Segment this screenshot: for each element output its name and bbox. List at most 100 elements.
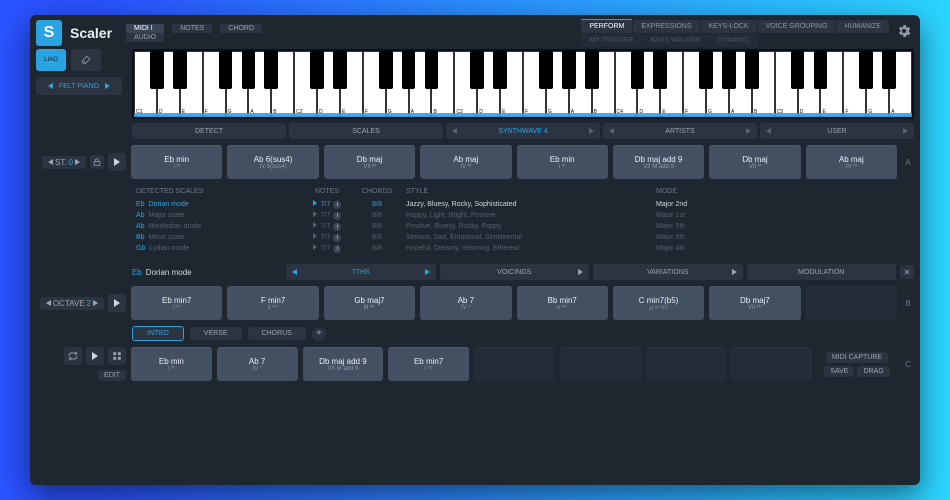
info-icon[interactable]: i — [333, 223, 341, 231]
variations-button[interactable]: VARIATIONS — [593, 264, 743, 280]
sevenths-button[interactable]: 7THS — [286, 264, 436, 280]
info-icon[interactable]: i — [333, 234, 341, 242]
songs-button[interactable]: SYNTHWAVE 4 — [446, 123, 600, 139]
voicings-button[interactable]: VOICINGS — [440, 264, 590, 280]
chord-pad[interactable]: Db maj7VII ᴹ⁷ — [709, 286, 800, 320]
black-key[interactable] — [562, 51, 576, 89]
chord-pad[interactable]: C min7(b5)vi ᵐ⁷⁽ᵇ⁵⁾ — [613, 286, 704, 320]
st-stepper[interactable]: ST. 0 — [42, 156, 86, 169]
perform-sub-b[interactable]: BASS WALKER — [642, 34, 708, 47]
info-icon[interactable]: i — [333, 201, 341, 209]
black-key[interactable] — [402, 51, 416, 89]
black-key[interactable] — [264, 51, 278, 89]
chord-tab[interactable]: CHORD — [220, 24, 262, 33]
chevron-right-icon[interactable] — [105, 83, 111, 89]
chord-pad[interactable]: Db majVII ᴹ — [324, 145, 415, 179]
detect-button[interactable]: DETECT — [132, 123, 286, 139]
perform-sub-c[interactable]: DYNAMIC — [709, 34, 757, 47]
chord-pad[interactable]: Db maj add 9VII M add 9 — [613, 145, 704, 179]
chord-pad[interactable]: Eb mini ᵐ — [517, 145, 608, 179]
black-key[interactable] — [791, 51, 805, 89]
chord-pad[interactable]: Eb min7i ᵐ⁷ — [388, 347, 469, 381]
play-icon[interactable] — [313, 222, 317, 228]
chevron-right-icon[interactable] — [578, 269, 584, 275]
keyslock-button[interactable]: KEYS-LOCK — [701, 20, 757, 33]
audio-tab[interactable]: AUDIO — [126, 33, 164, 42]
scale-row[interactable]: AbMajor scale7/7i8/8Happy, Light, Bright… — [132, 210, 914, 221]
black-key[interactable] — [745, 51, 759, 89]
play-icon[interactable] — [313, 233, 317, 239]
midi-tab[interactable]: MIDI I — [126, 24, 164, 33]
perform-button[interactable]: PERFORM — [581, 19, 632, 33]
black-key[interactable] — [219, 51, 233, 89]
chevron-left-icon[interactable] — [291, 269, 297, 275]
liao-button[interactable]: LIAO — [36, 49, 66, 71]
chevron-left-icon[interactable] — [608, 128, 614, 134]
chevron-left-icon[interactable] — [47, 159, 53, 165]
edit-button[interactable]: EDIT — [98, 370, 126, 381]
black-key[interactable] — [653, 51, 667, 89]
chord-pad[interactable]: Eb mini ᵐ — [131, 347, 212, 381]
lock-icon[interactable] — [90, 155, 104, 169]
empty-chord-pad[interactable] — [474, 347, 555, 381]
black-key[interactable] — [882, 51, 896, 89]
black-key[interactable] — [859, 51, 873, 89]
user-button[interactable]: USER — [760, 123, 914, 139]
voicegrouping-button[interactable]: VOICE GROUPING — [758, 20, 836, 33]
chevron-right-icon[interactable] — [75, 159, 81, 165]
chevron-right-icon[interactable] — [93, 300, 99, 306]
black-key[interactable] — [470, 51, 484, 89]
play-button-c[interactable] — [86, 347, 104, 365]
black-key[interactable] — [173, 51, 187, 89]
perform-sub-a[interactable]: MY TRIGGER — [581, 34, 641, 47]
black-key[interactable] — [310, 51, 324, 89]
chord-pad[interactable]: Ab majIV ᴹ — [806, 145, 897, 179]
black-key[interactable] — [585, 51, 599, 89]
piano-keyboard[interactable]: C1DEFGABC2DEFGABC3DEFGABC4DEFGABC5DEFGA — [132, 49, 914, 119]
grid-icon[interactable] — [108, 347, 126, 365]
chevron-right-icon[interactable] — [746, 128, 752, 134]
modulation-button[interactable]: MODULATION — [747, 264, 897, 280]
black-key[interactable] — [242, 51, 256, 89]
black-key[interactable] — [379, 51, 393, 89]
black-key[interactable] — [631, 51, 645, 89]
chevron-left-icon[interactable] — [47, 83, 53, 89]
black-key[interactable] — [814, 51, 828, 89]
scales-button[interactable]: SCALES — [289, 123, 443, 139]
chevron-right-icon[interactable] — [903, 128, 909, 134]
empty-chord-pad[interactable] — [560, 347, 641, 381]
play-button-a[interactable] — [108, 153, 126, 171]
chord-pad[interactable]: Ab 6(sus4)IV 6(sus4) — [227, 145, 318, 179]
expressions-button[interactable]: EXPRESSIONS — [633, 20, 699, 33]
chord-pad[interactable]: Db majVII ᴹ — [709, 145, 800, 179]
intro-section[interactable]: INTRO — [132, 326, 184, 341]
chord-pad[interactable]: Ab 7IV ⁷ — [420, 286, 511, 320]
drag-button[interactable]: DRAG — [857, 366, 889, 377]
black-key[interactable] — [699, 51, 713, 89]
add-section-icon[interactable]: + — [312, 327, 326, 341]
instrument-selector[interactable]: FELT PIANO — [36, 77, 122, 95]
octave-stepper[interactable]: OCTAVE 2 — [40, 297, 104, 310]
chevron-left-icon[interactable] — [45, 300, 51, 306]
chorus-section[interactable]: CHORUS — [248, 327, 306, 340]
guitar-icon[interactable] — [71, 49, 101, 71]
chord-pad[interactable]: Ab 7IV ⁷ — [217, 347, 298, 381]
scale-row[interactable]: GbLydian mode7/7i8/8Hopeful, Dreamy, Yea… — [132, 243, 914, 254]
chord-pad[interactable]: Ab majIV ᴹ — [420, 145, 511, 179]
empty-chord-pad[interactable] — [731, 347, 812, 381]
scale-row[interactable]: EbDorian mode7/7i8/8Jazzy, Bluesy, Rocky… — [132, 199, 914, 210]
verse-section[interactable]: VERSE — [190, 327, 242, 340]
notes-tab[interactable]: NOTES — [172, 24, 212, 33]
play-icon[interactable] — [313, 200, 317, 206]
play-icon[interactable] — [313, 211, 317, 217]
black-key[interactable] — [425, 51, 439, 89]
black-key[interactable] — [333, 51, 347, 89]
scale-row[interactable]: AbMixolydian mode7/7i8/8Positive, Bluesy… — [132, 221, 914, 232]
play-icon[interactable] — [313, 244, 317, 250]
close-icon[interactable]: ✕ — [900, 265, 914, 279]
info-icon[interactable]: i — [333, 212, 341, 220]
settings-icon[interactable] — [896, 23, 912, 39]
black-key[interactable] — [493, 51, 507, 89]
black-key[interactable] — [539, 51, 553, 89]
chevron-right-icon[interactable] — [425, 269, 431, 275]
